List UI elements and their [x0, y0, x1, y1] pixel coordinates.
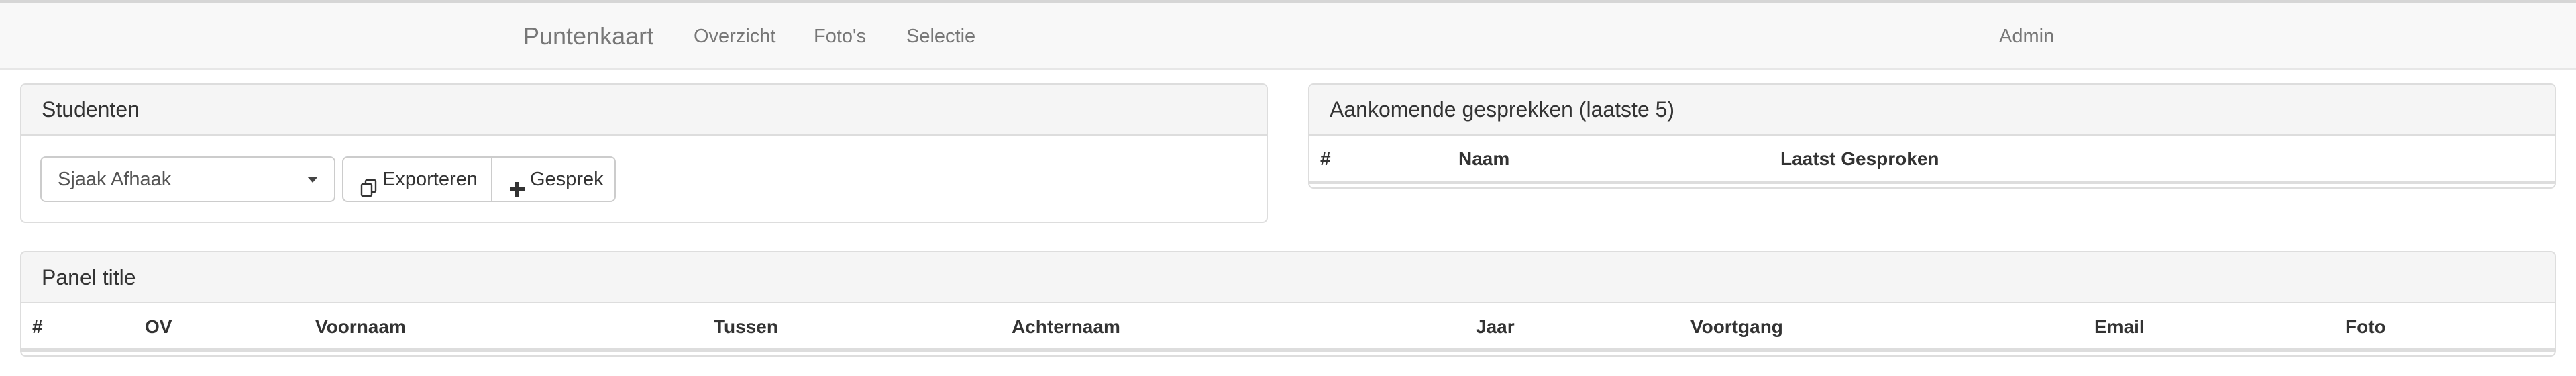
copy-icon	[360, 170, 378, 213]
add-conversation-button-label: Gesprek	[530, 169, 604, 190]
column-header-naam: Naam	[1458, 148, 1510, 169]
column-header-voornaam: Voornaam	[315, 316, 406, 337]
students-panel-title: Studenten	[21, 85, 1267, 136]
column-header-ov: OV	[145, 316, 172, 337]
nav-link-fotos[interactable]: Foto's	[814, 3, 866, 70]
column-header-number: #	[32, 316, 43, 337]
brand-link[interactable]: Puntenkaart	[523, 3, 653, 70]
column-header-tussen: Tussen	[714, 316, 778, 337]
chevron-down-icon	[307, 177, 318, 183]
upcoming-table-header: # Naam Laatst Gesproken	[1309, 136, 2555, 184]
students-table-panel: Panel title # OV Voornaam Tussen Achtern…	[20, 251, 2556, 357]
export-button[interactable]: Exporteren	[342, 156, 492, 202]
column-header-voortgang: Voortgang	[1690, 316, 1783, 337]
column-header-laatst-gesproken: Laatst Gesproken	[1780, 148, 1939, 169]
add-conversation-button[interactable]: Gesprek	[491, 156, 616, 202]
column-header-email: Email	[2094, 316, 2145, 337]
nav-link-overzicht[interactable]: Overzicht	[694, 3, 775, 70]
plus-icon	[508, 171, 526, 214]
students-table-panel-title: Panel title	[21, 252, 2555, 303]
students-table-header: # OV Voornaam Tussen Achternaam Jaar Voo…	[21, 303, 2555, 352]
column-header-achternaam: Achternaam	[1012, 316, 1120, 337]
column-header-number: #	[1320, 148, 1331, 169]
upcoming-conversations-title: Aankomende gesprekken (laatste 5)	[1309, 85, 2555, 136]
export-button-label: Exporteren	[382, 169, 478, 190]
nav-link-selectie[interactable]: Selectie	[906, 3, 975, 70]
column-header-foto: Foto	[2345, 316, 2386, 337]
top-navbar: Puntenkaart Overzicht Foto's Selectie Ad…	[0, 0, 2576, 70]
student-select[interactable]: Sjaak Afhaak	[40, 156, 335, 202]
user-menu-admin[interactable]: Admin	[1999, 3, 2054, 70]
student-select-value: Sjaak Afhaak	[58, 169, 172, 190]
column-header-jaar: Jaar	[1476, 316, 1515, 337]
upcoming-conversations-panel: Aankomende gesprekken (laatste 5) # Naam…	[1308, 83, 2556, 189]
